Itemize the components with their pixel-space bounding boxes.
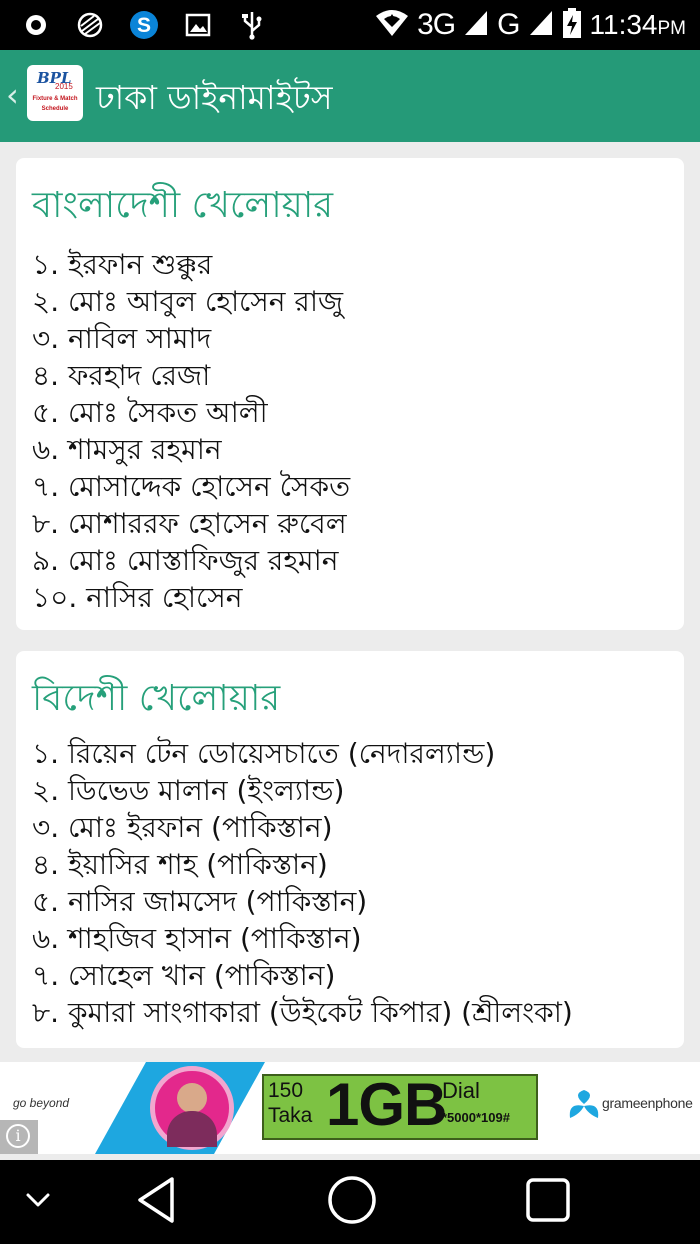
foreign-players-card: বিদেশী খেলোয়ার ১. রিয়েন টেন ডোয়েসচাতে…: [16, 651, 684, 1048]
hide-nav-button[interactable]: [10, 1174, 66, 1230]
ad-brand-name: grameenphone: [602, 1095, 693, 1111]
ad-info-button[interactable]: i: [0, 1120, 38, 1154]
page-title: ঢাকা ডাইনামাইটস: [96, 78, 333, 117]
status-icons-left: S: [20, 8, 268, 42]
network-3g-label: 3G: [417, 8, 456, 41]
list-item: ৬. শামসুর রহমান: [32, 433, 222, 466]
app-bar: ‹ BPL 2015 Fixture & Match Schedule ঢাকা…: [0, 50, 700, 142]
ad-offer-box: 150 Taka 1GB Dial *5000*109#: [262, 1071, 538, 1140]
list-item: ১০. নাসির হোসেন: [32, 581, 243, 614]
list-item: ৫. মোঃ সৈকত আলী: [32, 396, 268, 429]
local-players-card: বাংলাদেশী খেলোয়ার ১. ইরফান শুক্কুর ২. ম…: [16, 158, 684, 630]
status-icons-right: 3G G 11:34PM: [375, 6, 686, 44]
ad-data-amount: 1GB: [326, 1071, 447, 1138]
back-button[interactable]: ‹: [6, 78, 24, 112]
nav-back-button[interactable]: [128, 1174, 184, 1230]
list-item: ৮. মোশাররফ হোসেন রুবেল: [32, 507, 347, 540]
list-item: ৩. মোঃ ইরফান (পাকিস্তান): [32, 811, 333, 844]
logo-line1: Fixture & Match: [32, 96, 78, 102]
list-item: ২. ডিভেড মালান (ইংল্যান্ড): [32, 774, 345, 807]
list-item: ৭. মোসাদ্দেক হোসেন সৈকত: [32, 470, 351, 503]
ad-model-body: [167, 1111, 217, 1147]
ad-price-amount: 150: [268, 1079, 304, 1102]
svg-text:S: S: [137, 14, 151, 37]
home-icon: [326, 1174, 378, 1230]
ad-dial-code: *5000*109#: [442, 1110, 510, 1125]
wifi-icon: [375, 8, 409, 42]
usb-icon: [236, 9, 268, 41]
grameenphone-logo-icon: [566, 1086, 602, 1126]
chevron-left-icon: ‹: [6, 76, 19, 114]
list-item: ৬. শাহজিব হাসান (পাকিস্তান): [32, 922, 362, 955]
list-item: ৫. নাসির জামসেদ (পাকিস্তান): [32, 885, 368, 918]
list-item: ৮. কুমারা সাংগাকারা (উইকেট কিপার) (শ্রীল…: [32, 996, 573, 1029]
ad-tagline: go beyond: [13, 1096, 70, 1110]
ad-model-face: [177, 1083, 207, 1113]
list-item: ৯. মোঃ মোস্তাফিজুর রহমান: [32, 544, 339, 577]
nav-recents-button[interactable]: [520, 1174, 576, 1230]
clock-time: 11:34: [589, 9, 658, 40]
back-icon: [134, 1175, 178, 1229]
globe-icon: [74, 9, 106, 41]
ad-price-unit: Taka: [268, 1104, 313, 1127]
info-icon: i: [6, 1124, 30, 1148]
list-item: ১. ইরফান শুক্কুর: [32, 248, 213, 281]
list-item: ২. মোঃ আবুল হোসেন রাজু: [32, 285, 343, 318]
local-players-list: ১. ইরফান শুক্কুর ২. মোঃ আবুল হোসেন রাজু …: [32, 246, 350, 616]
logo-year: 2015: [55, 82, 73, 91]
list-item: ৭. সোহেল খান (পাকিস্তান): [32, 959, 336, 992]
list-item: ৪. ইয়াসির শাহ (পাকিস্তান): [32, 848, 328, 881]
local-players-title: বাংলাদেশী খেলোয়ার: [32, 185, 334, 226]
foreign-players-title: বিদেশী খেলোয়ার: [32, 678, 281, 719]
navigation-bar: [0, 1160, 700, 1244]
signal-g-icon: [528, 9, 554, 41]
recents-icon: [525, 1177, 571, 1227]
battery-charging-icon: [562, 7, 582, 43]
network-g-label: G: [497, 8, 520, 41]
chevron-down-icon: [23, 1190, 53, 1214]
status-clock: 11:34PM: [590, 9, 687, 41]
clock-ampm: PM: [657, 18, 687, 39]
skype-icon: S: [128, 9, 160, 41]
image-icon: [182, 9, 214, 41]
ad-dial-label: Dial: [442, 1078, 480, 1103]
nav-home-button[interactable]: [324, 1174, 380, 1230]
record-icon: [20, 9, 52, 41]
logo-line2: Schedule: [41, 106, 69, 112]
status-bar: S 3G G 11:34PM: [0, 0, 700, 50]
list-item: ১. রিয়েন টেন ডোয়েসচাতে (নেদারল্যান্ড): [32, 737, 496, 770]
ad-price: 150 Taka: [268, 1078, 312, 1128]
ad-banner[interactable]: go beyond 150 Taka 1GB Dial *5000*109# g…: [0, 1062, 700, 1154]
list-item: ৩. নাবিল সামাদ: [32, 322, 212, 355]
foreign-players-list: ১. রিয়েন টেন ডোয়েসচাতে (নেদারল্যান্ড) …: [32, 735, 573, 1031]
list-item: ৪. ফরহাদ রেজা: [32, 359, 211, 392]
ad-model-image: [150, 1066, 234, 1150]
signal-3g-icon: [463, 9, 489, 41]
app-logo[interactable]: BPL 2015 Fixture & Match Schedule: [27, 65, 83, 121]
